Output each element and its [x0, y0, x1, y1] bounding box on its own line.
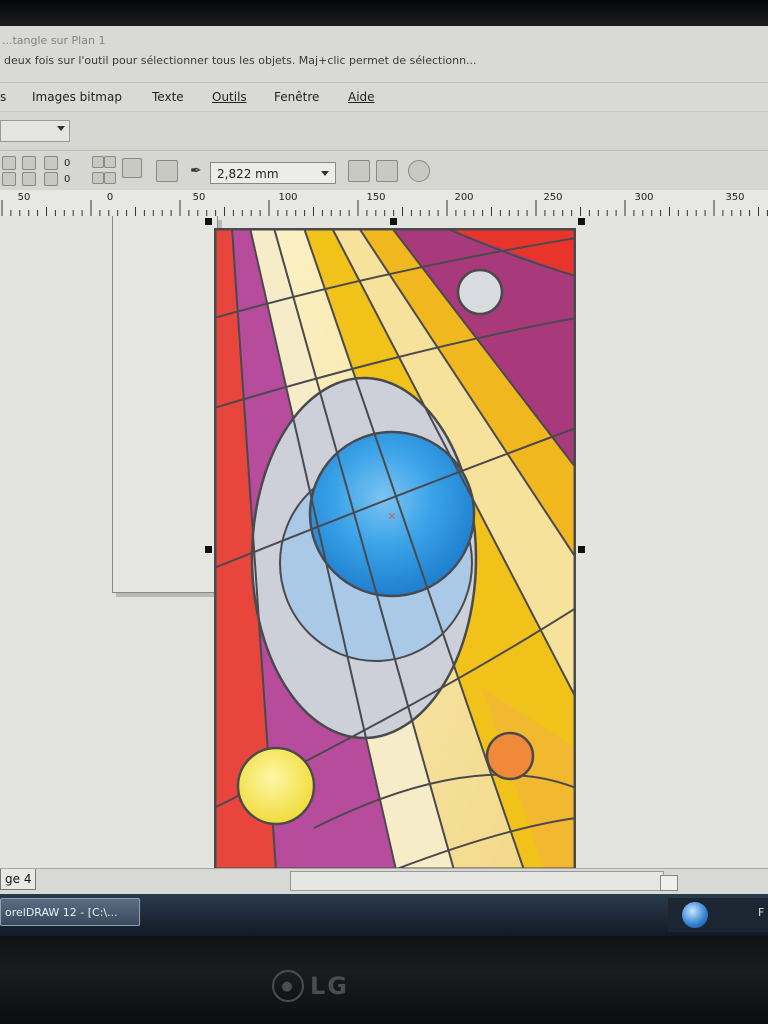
yellow-moon: [236, 746, 316, 826]
small-orange-moon: [485, 731, 535, 781]
status-hint: deux fois sur l'outil pour sélectionner …: [4, 54, 477, 67]
ruler-label: 150: [366, 192, 386, 203]
taskbar-app-button[interactable]: orelDRAW 12 - [C:\...: [0, 898, 140, 926]
selection-handle-tm[interactable]: [390, 218, 397, 225]
ruler-label: 350: [725, 192, 745, 203]
outline-width-value: 2,822 mm: [217, 167, 279, 181]
corner-bottom-icon[interactable]: [22, 172, 36, 186]
horizontal-scrollbar[interactable]: [290, 871, 664, 891]
selection-handle-tl[interactable]: [205, 218, 212, 225]
drawing-canvas[interactable]: ×: [0, 216, 768, 886]
corner-top-icon[interactable]: [22, 156, 36, 170]
ruler-label: 50: [17, 192, 31, 203]
toolbar-standard: [0, 112, 768, 151]
menu-item-texte[interactable]: Texte: [152, 90, 184, 104]
ruler-label: 100: [278, 192, 298, 203]
tray-text: F: [758, 906, 765, 919]
center-mark-icon: ×: [388, 511, 396, 522]
system-tray: F: [668, 898, 768, 932]
ruler-label: 50: [192, 192, 206, 203]
spin-up-icon[interactable]: [92, 156, 104, 168]
page-border: [112, 216, 218, 593]
selection-handle-tr[interactable]: [578, 218, 585, 225]
chevron-down-icon: [57, 126, 65, 131]
to-back-icon[interactable]: [376, 160, 398, 182]
screen: ...tangle sur Plan 1 deux fois sur l'out…: [0, 26, 768, 936]
stained-glass-artwork[interactable]: ×: [214, 228, 576, 870]
menu-item-partial[interactable]: s: [0, 90, 6, 104]
corner-top-left-icon[interactable]: [2, 156, 16, 170]
convert-to-curves-icon[interactable]: [408, 160, 430, 182]
corner-right-bottom-icon[interactable]: [44, 172, 58, 186]
selection-handle-mr[interactable]: [578, 546, 585, 553]
property-bar: 0 0 ✒ 2,822 mm: [0, 152, 768, 191]
corner-right-top-icon[interactable]: [44, 156, 58, 170]
spin-down-icon[interactable]: [92, 172, 104, 184]
corner-value-top[interactable]: 0: [64, 158, 70, 169]
ruler-label: 0: [106, 192, 114, 203]
corner-value-bottom[interactable]: 0: [64, 174, 70, 185]
monitor-brand: LG: [310, 972, 349, 1000]
monitor-bezel-top: [0, 0, 768, 26]
to-front-icon[interactable]: [348, 160, 370, 182]
monitor-bezel-bottom: [0, 936, 768, 1024]
small-grey-moon: [456, 268, 504, 316]
outline-width-dropdown[interactable]: 2,822 mm: [210, 162, 336, 184]
scrollbar-corner: [660, 875, 678, 891]
zoom-dropdown[interactable]: [0, 120, 70, 142]
menu-bar: s Images bitmap Texte Outils Fenêtre Aid…: [0, 82, 768, 112]
menu-item-aide[interactable]: Aide: [348, 90, 375, 104]
chevron-down-icon: [321, 171, 329, 176]
monitor-logo: ● LG: [272, 970, 382, 1002]
page-tab[interactable]: ge 4: [0, 869, 37, 890]
lg-face-icon: ●: [272, 970, 304, 1002]
network-icon[interactable]: [682, 902, 708, 928]
taskbar: orelDRAW 12 - [C:\... F: [0, 894, 768, 936]
pen-outline-icon: ✒: [190, 163, 202, 179]
ruler-label: 250: [543, 192, 563, 203]
ruler-label: 200: [454, 192, 474, 203]
lock-ratio-icon[interactable]: [122, 158, 142, 178]
spin-down-icon-2[interactable]: [104, 172, 116, 184]
spin-up-icon-2[interactable]: [104, 156, 116, 168]
selection-handle-ml[interactable]: [205, 546, 212, 553]
ruler-label: 300: [634, 192, 654, 203]
page-tab-bar: ge 4: [0, 868, 768, 897]
menu-item-fenetre[interactable]: Fenêtre: [274, 90, 319, 104]
window-title: ...tangle sur Plan 1: [2, 34, 106, 47]
menu-item-outils[interactable]: Outils: [212, 90, 247, 104]
corner-bottom-left-icon[interactable]: [2, 172, 16, 186]
wrap-text-icon[interactable]: [156, 160, 178, 182]
horizontal-ruler[interactable]: 50 0 50 100 150 200 250 300 350: [0, 190, 768, 217]
menu-item-images-bitmap[interactable]: Images bitmap: [32, 90, 122, 104]
